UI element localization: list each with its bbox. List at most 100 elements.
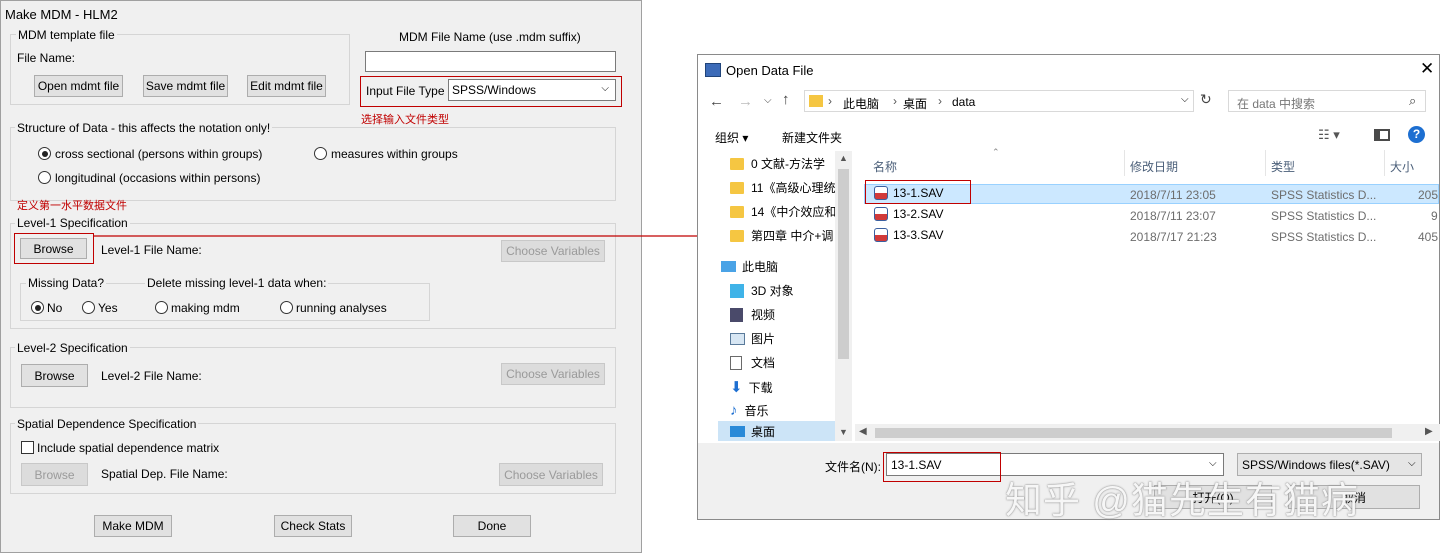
scroll-down-icon[interactable]: ▼ [839, 427, 848, 437]
crumb-sep-icon: › [828, 94, 832, 108]
nav-label: 11《高级心理统 [751, 181, 836, 195]
file-type: SPSS Statistics D... [1271, 188, 1377, 202]
nav-label: 14《中介效应和 [751, 205, 837, 219]
folder-icon [730, 229, 744, 242]
refresh-icon[interactable]: ↻ [1200, 91, 1212, 108]
view-options-icon[interactable]: ☷ ▾ [1318, 127, 1340, 143]
column-size[interactable]: 大小 [1390, 158, 1414, 175]
nav-label: 此电脑 [742, 260, 779, 274]
column-type[interactable]: 类型 [1271, 158, 1295, 175]
file-name: 13-1.SAV [893, 186, 944, 200]
crumb-data[interactable]: data [952, 95, 975, 109]
folder-icon [730, 205, 744, 218]
table-row[interactable]: 13-3.SAV [874, 228, 943, 242]
scroll-left-icon[interactable]: ◀ [859, 426, 867, 437]
crumb-desktop[interactable]: 桌面 [903, 95, 927, 112]
up-icon[interactable]: ↑ [782, 91, 790, 108]
folder-icon [730, 157, 744, 170]
file-date: 2018/7/11 23:07 [1130, 209, 1216, 223]
nav-item-documents[interactable]: 文档 [730, 354, 775, 371]
open-dialog-title: Open Data File [726, 63, 814, 78]
nav-scrollbar[interactable]: ▲ ▼ [835, 151, 852, 441]
close-icon[interactable]: ✕ [1420, 59, 1434, 79]
video-icon [730, 307, 743, 322]
forward-icon[interactable]: → [738, 93, 753, 110]
folder-icon [730, 181, 744, 194]
column-name[interactable]: 名称 [873, 158, 897, 175]
nav-label: 3D 对象 [751, 284, 794, 298]
folder-icon [809, 95, 823, 107]
watermark: 知乎 @猫先生有猫病 [1005, 480, 1359, 521]
nav-label: 文档 [751, 356, 776, 370]
picture-icon [730, 332, 745, 345]
computer-icon [721, 261, 736, 272]
table-row[interactable]: 13-2.SAV [874, 207, 943, 221]
file-date: 2018/7/17 21:23 [1130, 230, 1217, 244]
file-hscrollbar[interactable]: ◀ ▶ [855, 424, 1440, 441]
navigation-pane: 0 文献-方法学 11《高级心理统 14《中介效应和 第四章 中介+调 此电脑 … [718, 151, 851, 441]
filename-label: 文件名(N): [825, 460, 881, 474]
new-folder-button[interactable]: 新建文件夹 [782, 129, 842, 146]
nav-item-pictures[interactable]: 图片 [730, 330, 775, 347]
column-divider[interactable] [1384, 150, 1385, 176]
nav-label: 0 文献-方法学 [751, 157, 826, 171]
open-data-file-dialog: Open Data File ✕ ← → ⌵ ↑ › 此电脑 › 桌面 › da… [697, 54, 1440, 520]
nav-item-folder[interactable]: 14《中介效应和 [730, 203, 836, 220]
crumb-pc[interactable]: 此电脑 [843, 95, 879, 112]
sort-up-icon: ⌃ [992, 147, 1000, 157]
spss-file-icon [874, 186, 888, 200]
scroll-right-icon[interactable]: ▶ [1425, 426, 1433, 437]
file-size: 405 [1418, 230, 1439, 244]
app-icon [705, 63, 721, 77]
file-size: 205 [1418, 188, 1439, 202]
chevron-down-icon: ⌵ [1408, 458, 1416, 469]
address-dropdown-icon[interactable]: ⌵ [1181, 94, 1189, 105]
spss-file-icon [874, 228, 888, 242]
file-name: 13-3.SAV [893, 228, 944, 242]
crumb-sep-icon: › [938, 94, 942, 108]
nav-item-3d[interactable]: 3D 对象 [730, 282, 794, 299]
nav-label: 音乐 [744, 404, 769, 418]
column-divider[interactable] [1124, 150, 1125, 176]
nav-item-music[interactable]: ♪ 音乐 [730, 402, 769, 419]
nav-item-folder[interactable]: 0 文献-方法学 [730, 155, 825, 172]
history-chevron-icon[interactable]: ⌵ [764, 95, 772, 106]
column-date[interactable]: 修改日期 [1130, 158, 1178, 175]
file-name: 13-2.SAV [893, 207, 944, 221]
download-icon: ⬇ [730, 379, 743, 396]
filename-highlight [883, 452, 1001, 482]
organize-button[interactable]: 组织 ▾ [715, 129, 748, 146]
nav-item-videos[interactable]: 视频 [730, 306, 775, 323]
cube-icon [730, 283, 744, 298]
address-bar[interactable]: › 此电脑 › 桌面 › data ⌵ [804, 90, 1194, 112]
table-row[interactable]: 13-1.SAV [874, 186, 943, 200]
file-date: 2018/7/11 23:05 [1130, 188, 1216, 202]
file-size: 9 [1431, 209, 1438, 223]
document-icon [730, 355, 742, 370]
crumb-sep-icon: › [893, 94, 897, 108]
nav-label: 图片 [751, 332, 776, 346]
nav-item-downloads[interactable]: ⬇ 下载 [730, 378, 773, 396]
file-type: SPSS Statistics D... [1271, 209, 1377, 223]
chevron-down-icon[interactable]: ⌵ [1209, 458, 1217, 469]
nav-item-this-pc[interactable]: 此电脑 [721, 258, 778, 275]
file-type: SPSS Statistics D... [1271, 230, 1377, 244]
hscroll-thumb[interactable] [875, 428, 1392, 438]
preview-pane-icon[interactable] [1374, 129, 1390, 141]
column-divider[interactable] [1265, 150, 1266, 176]
search-box[interactable]: 在 data 中搜索 ⌕ [1228, 90, 1426, 112]
nav-item-folder[interactable]: 11《高级心理统 [730, 179, 835, 196]
nav-label: 视频 [751, 308, 776, 322]
desktop-icon [730, 425, 745, 437]
scroll-up-icon[interactable]: ▲ [839, 153, 848, 163]
back-icon[interactable]: ← [709, 93, 724, 110]
spss-file-icon [874, 207, 888, 221]
search-placeholder: 在 data 中搜索 [1237, 97, 1316, 111]
nav-item-folder[interactable]: 第四章 中介+调 [730, 227, 833, 244]
help-icon[interactable]: ? [1408, 126, 1425, 143]
nav-item-desktop[interactable]: 桌面 [718, 421, 851, 441]
nav-scroll-thumb[interactable] [838, 169, 849, 359]
search-icon: ⌕ [1409, 93, 1417, 108]
nav-label: 桌面 [751, 424, 776, 439]
music-icon: ♪ [730, 402, 738, 419]
